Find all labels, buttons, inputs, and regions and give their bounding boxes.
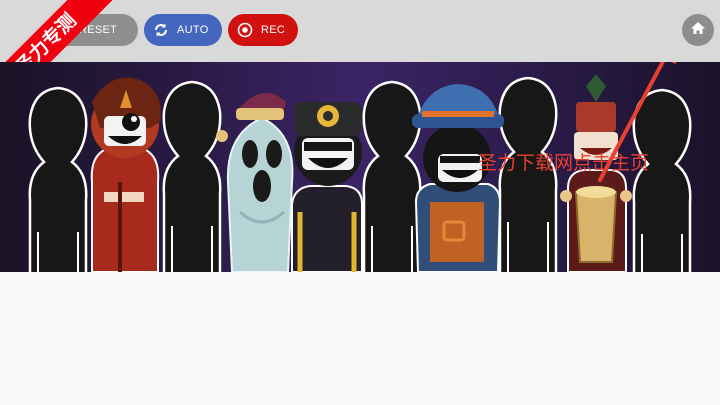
character-ghost-beanie[interactable] <box>216 93 294 272</box>
record-icon <box>236 21 254 39</box>
auto-button[interactable]: AUTO <box>144 14 222 46</box>
empty-slot-4[interactable] <box>498 76 558 272</box>
home-button[interactable] <box>682 14 714 46</box>
empty-slot-2[interactable] <box>162 80 222 272</box>
empty-slot-5[interactable] <box>632 88 692 272</box>
empty-slot-3[interactable] <box>362 80 422 272</box>
reset-label: RESET <box>79 24 118 36</box>
character-red-dreads[interactable] <box>90 77 161 272</box>
rec-button[interactable]: REC <box>228 14 298 46</box>
reset-icon <box>54 21 72 39</box>
auto-label: AUTO <box>177 24 209 36</box>
empty-slot-1[interactable] <box>28 86 88 272</box>
character-police-cap[interactable] <box>291 102 363 272</box>
reset-button[interactable]: RESET <box>46 14 138 46</box>
blank-area <box>0 272 720 405</box>
refresh-icon <box>152 21 170 39</box>
overlay-caption: 圣力下载网点击主页 <box>478 152 650 174</box>
character-blue-bucket-hat[interactable] <box>412 84 504 272</box>
rec-label: REC <box>261 24 286 36</box>
home-icon <box>690 20 706 41</box>
